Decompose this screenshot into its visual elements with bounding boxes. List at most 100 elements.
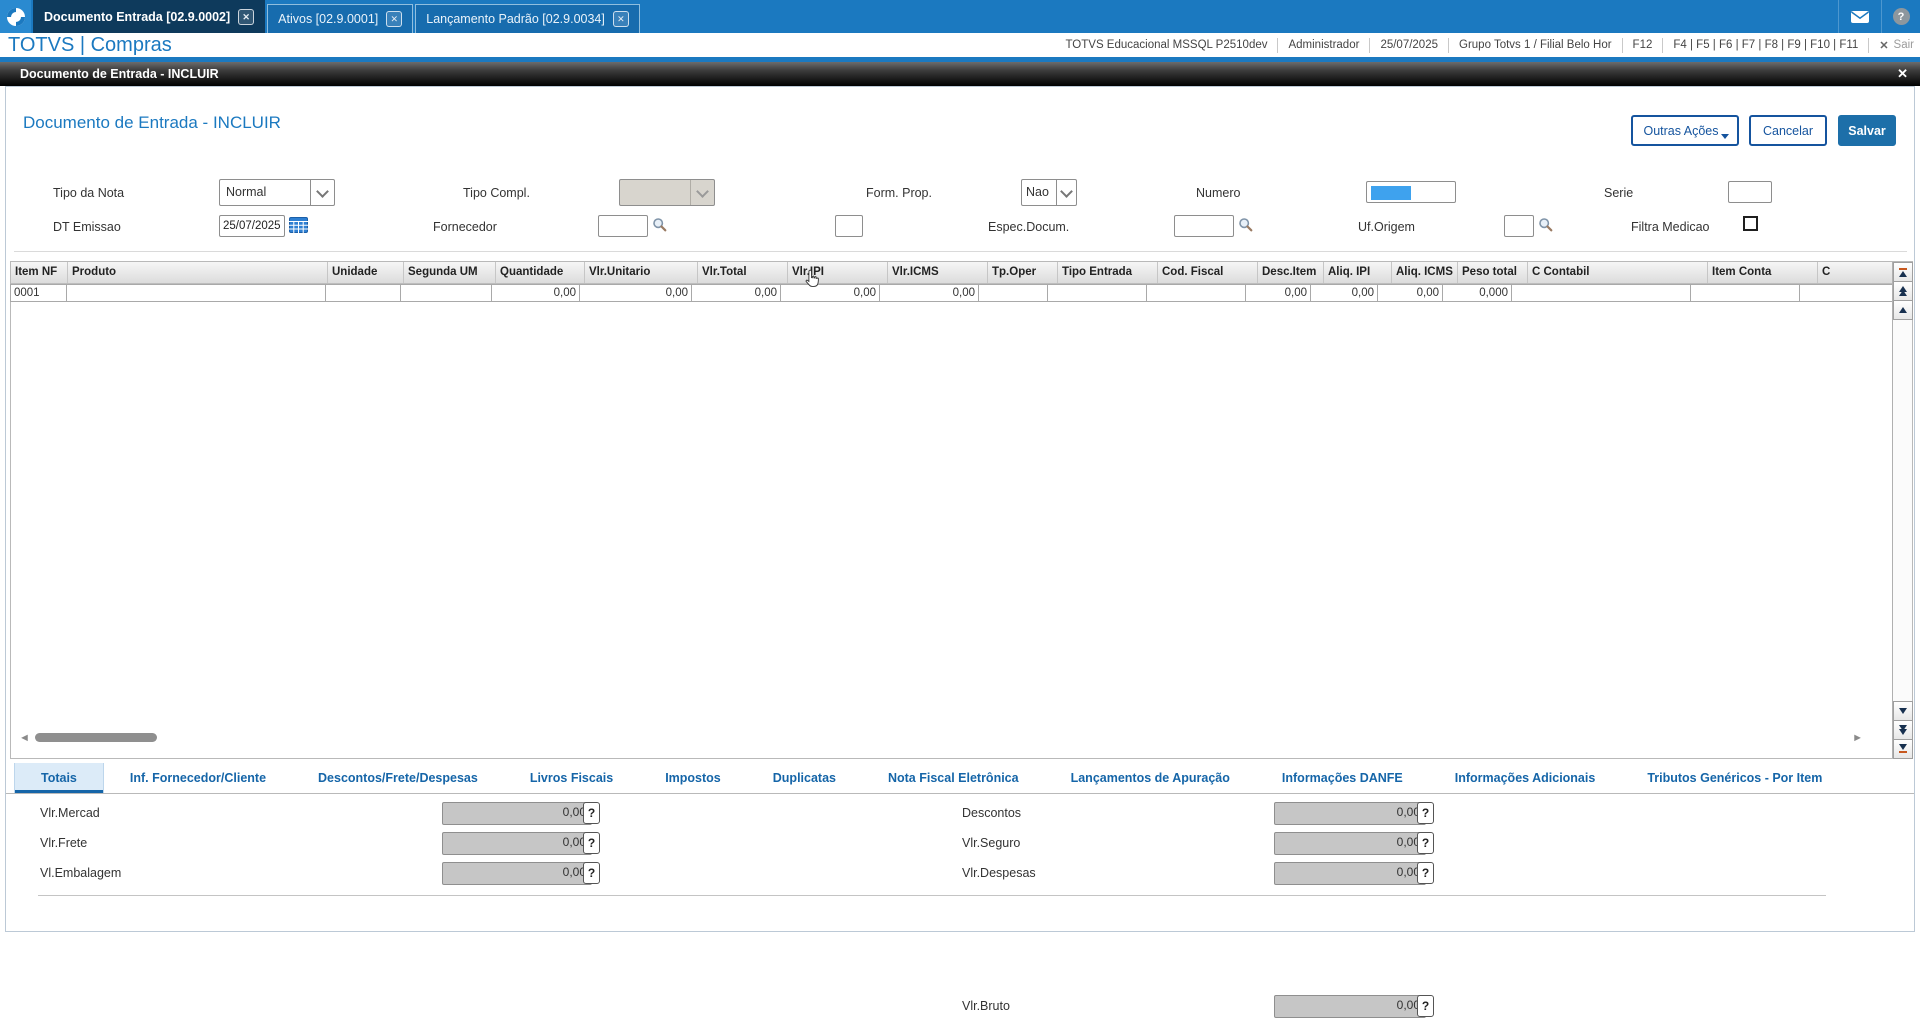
grid-cell[interactable] bbox=[1799, 284, 1895, 302]
window-tab-label: Lançamento Padrão [02.9.0034] bbox=[426, 12, 605, 26]
help-button[interactable]: ? bbox=[1882, 8, 1920, 25]
tipo-compl-select bbox=[619, 179, 715, 206]
grid-cell[interactable]: 0,00 bbox=[1377, 284, 1443, 302]
window-tab[interactable]: Documento Entrada [02.9.0002] ✕ bbox=[33, 0, 266, 33]
tab-close-icon[interactable]: ✕ bbox=[386, 11, 403, 27]
scroll-pagedown-button[interactable] bbox=[1893, 720, 1913, 740]
grid-cell[interactable] bbox=[66, 284, 326, 302]
detail-tab[interactable]: Inf. Fornecedor/Cliente bbox=[104, 763, 292, 793]
grid-column-header: Vlr.Unitario bbox=[585, 262, 698, 283]
detail-tab[interactable]: Informações DANFE bbox=[1256, 763, 1429, 793]
scroll-first-button[interactable] bbox=[1893, 262, 1913, 282]
total-label: Vlr.Despesas bbox=[962, 866, 1036, 880]
window-tab[interactable]: Lançamento Padrão [02.9.0034] ✕ bbox=[415, 4, 640, 33]
grid-cell[interactable] bbox=[1511, 284, 1691, 302]
total-help-button[interactable]: ? bbox=[1417, 995, 1434, 1017]
tipo-compl-label: Tipo Compl. bbox=[463, 186, 530, 200]
fkeys-shortcuts[interactable]: F4 | F5 | F6 | F7 | F8 | F9 | F10 | F11 bbox=[1673, 39, 1858, 51]
hscroll-thumb[interactable] bbox=[35, 733, 157, 742]
espec-docum-search-icon[interactable] bbox=[1238, 217, 1254, 236]
cancel-button[interactable]: Cancelar bbox=[1749, 115, 1827, 146]
scroll-last-button[interactable] bbox=[1893, 739, 1913, 759]
grid-cell[interactable] bbox=[1690, 284, 1800, 302]
date-label[interactable]: 25/07/2025 bbox=[1380, 39, 1438, 51]
total-help-button[interactable]: ? bbox=[1417, 862, 1434, 884]
detail-tab[interactable]: Nota Fiscal Eletrônica bbox=[862, 763, 1045, 793]
scroll-down-button[interactable] bbox=[1893, 701, 1913, 721]
grid-cell[interactable] bbox=[978, 284, 1048, 302]
serie-field[interactable] bbox=[1728, 181, 1772, 203]
total-help-button[interactable]: ? bbox=[1417, 832, 1434, 854]
mail-button[interactable] bbox=[1839, 10, 1881, 24]
loja-field[interactable] bbox=[835, 215, 863, 237]
save-button[interactable]: Salvar bbox=[1838, 115, 1896, 146]
grid-cell[interactable]: 0,00 bbox=[1245, 284, 1311, 302]
tab-close-icon[interactable]: ✕ bbox=[238, 9, 255, 25]
grid-cell[interactable]: 0,00 bbox=[491, 284, 580, 302]
chevron-down-icon[interactable] bbox=[1056, 180, 1076, 205]
window-tab[interactable]: Ativos [02.9.0001] ✕ bbox=[267, 4, 414, 33]
grid-cell[interactable] bbox=[1146, 284, 1246, 302]
info-separator bbox=[1369, 37, 1371, 53]
cancel-label: Cancelar bbox=[1762, 123, 1814, 138]
chevron-down-icon[interactable] bbox=[310, 180, 334, 205]
totvs-logo-icon bbox=[6, 7, 25, 26]
grid-column-header: Vlr.ICMS bbox=[888, 262, 988, 283]
exit-button[interactable]: Sair bbox=[1894, 39, 1914, 51]
detail-tab[interactable]: Impostos bbox=[639, 763, 747, 793]
grid-cell[interactable] bbox=[400, 284, 492, 302]
grid-column-header: Peso total bbox=[1458, 262, 1528, 283]
grid-column-header: Quantidade bbox=[496, 262, 585, 283]
f12-shortcut[interactable]: F12 bbox=[1633, 39, 1653, 51]
dialog-close-icon[interactable]: ✕ bbox=[1897, 62, 1908, 86]
total-help-button[interactable]: ? bbox=[1417, 802, 1434, 824]
tab-close-icon[interactable]: ✕ bbox=[612, 11, 629, 27]
calendar-icon[interactable] bbox=[289, 217, 308, 236]
fornecedor-search-icon[interactable] bbox=[652, 217, 668, 236]
grid-cell[interactable]: 0,00 bbox=[579, 284, 692, 302]
grid-cell[interactable]: 0001 bbox=[10, 284, 67, 302]
total-label: Vlr.Seguro bbox=[962, 836, 1021, 850]
espec-docum-field[interactable] bbox=[1174, 215, 1234, 237]
filtra-medicao-checkbox[interactable] bbox=[1743, 216, 1758, 231]
dialog-titlebar: Documento de Entrada - INCLUIR bbox=[0, 62, 1920, 86]
group-branch-label[interactable]: Grupo Totvs 1 / Filial Belo Hor bbox=[1459, 39, 1612, 51]
detail-tab[interactable]: Livros Fiscais bbox=[504, 763, 639, 793]
numero-field[interactable] bbox=[1366, 181, 1456, 203]
detail-tab[interactable]: Duplicatas bbox=[747, 763, 862, 793]
exit-x-icon[interactable]: ✕ bbox=[1879, 39, 1888, 52]
scroll-up-button[interactable] bbox=[1893, 300, 1913, 320]
scroll-pageup-button[interactable] bbox=[1893, 281, 1913, 301]
grid-cell[interactable] bbox=[325, 284, 401, 302]
dt-emissao-field[interactable] bbox=[219, 215, 285, 237]
detail-tab[interactable]: Totais bbox=[14, 763, 104, 793]
detail-tab[interactable]: Informações Adicionais bbox=[1429, 763, 1622, 793]
tipo-da-nota-select[interactable]: Normal bbox=[219, 179, 335, 206]
items-grid: Item NF Produto Unidade Segunda UM Quantidad… bbox=[10, 261, 1913, 759]
grid-cell[interactable]: 0,00 bbox=[879, 284, 979, 302]
grid-header-row: Item NF Produto Unidade Segunda UM Quantidad… bbox=[11, 262, 1895, 284]
totvs-logo[interactable] bbox=[0, 0, 31, 33]
form-prop-select[interactable]: Nao bbox=[1021, 179, 1077, 206]
detail-tab[interactable]: Descontos/Frete/Despesas bbox=[292, 763, 504, 793]
uf-origem-field[interactable] bbox=[1504, 215, 1534, 237]
uf-origem-search-icon[interactable] bbox=[1538, 217, 1554, 236]
scroll-left-arrow[interactable]: ◄ bbox=[19, 731, 30, 745]
grid-cell[interactable]: 0,000 bbox=[1442, 284, 1512, 302]
total-label: Descontos bbox=[962, 806, 1022, 820]
user-label[interactable]: Administrador bbox=[1288, 39, 1359, 51]
fornecedor-field[interactable] bbox=[598, 215, 648, 237]
grid-cell[interactable]: 0,00 bbox=[780, 284, 880, 302]
grid-cell[interactable] bbox=[1047, 284, 1147, 302]
grid-cell[interactable]: 0,00 bbox=[691, 284, 781, 302]
info-separator bbox=[1868, 37, 1870, 53]
window-tab-label: Documento Entrada [02.9.0002] bbox=[44, 10, 231, 24]
detail-tab[interactable]: Tributos Genéricos - Por Item bbox=[1621, 763, 1848, 793]
detail-tab[interactable]: Lançamentos de Apuração bbox=[1045, 763, 1256, 793]
totals-divider bbox=[38, 895, 1826, 899]
total-field: 0,00 bbox=[1274, 862, 1426, 885]
grid-column-header: Produto bbox=[68, 262, 328, 283]
grid-cell[interactable]: 0,00 bbox=[1310, 284, 1378, 302]
scroll-right-arrow[interactable]: ► bbox=[1852, 731, 1863, 745]
other-actions-button[interactable]: Outras Ações bbox=[1631, 115, 1739, 146]
